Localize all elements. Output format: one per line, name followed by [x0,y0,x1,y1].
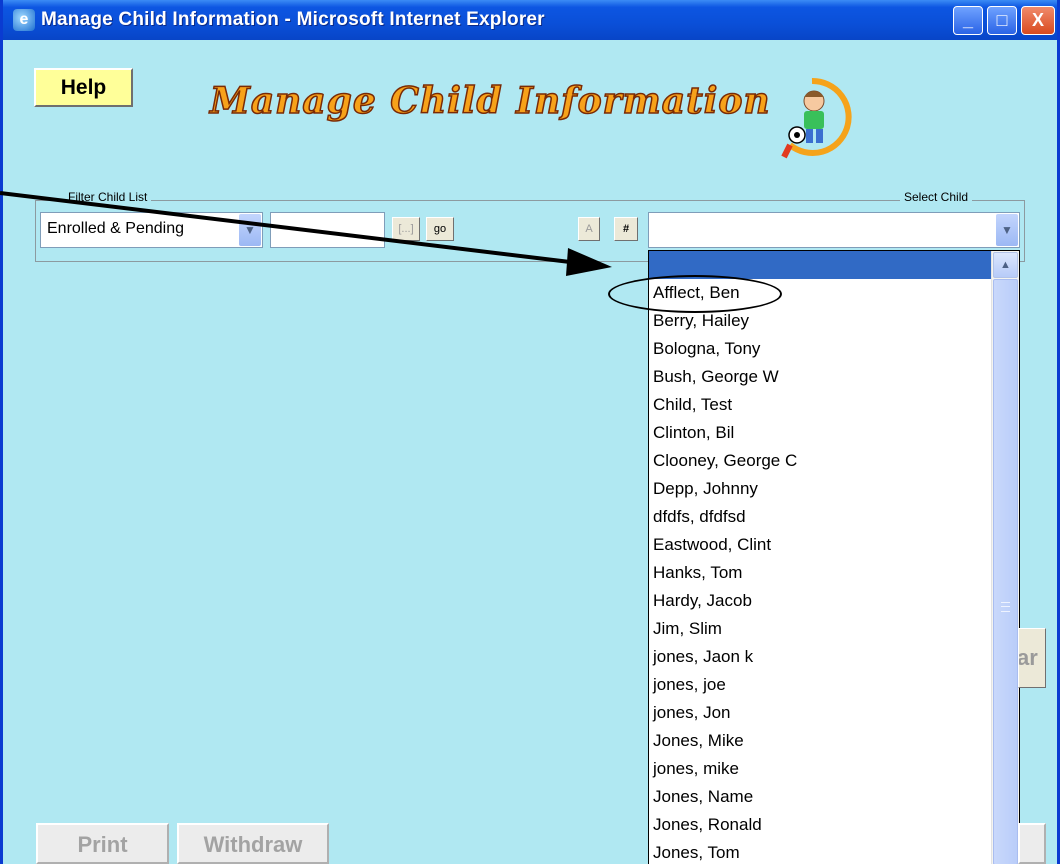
grip-icon [1001,602,1010,612]
list-item[interactable]: Jones, Name [649,783,991,811]
close-button[interactable]: X [1021,6,1055,35]
partial-bottom-button[interactable] [1018,823,1046,864]
child-logo [781,77,852,159]
list-item[interactable]: Jones, Ronald [649,811,991,839]
chevron-down-icon[interactable]: ▼ [996,214,1018,246]
page-title: Manage Child Information [209,79,771,123]
list-item[interactable]: jones, Jaon k [649,643,991,671]
chevron-down-icon[interactable]: ▼ [239,214,261,246]
list-item[interactable]: Jones, Mike [649,727,991,755]
list-item[interactable]: Clooney, George C [649,447,991,475]
print-button[interactable]: Print [36,823,169,864]
withdraw-button[interactable]: Withdraw [177,823,329,864]
number-sort-button[interactable]: # [614,217,638,241]
list-item[interactable]: Jones, Tom [649,839,991,864]
select-child-dropdown[interactable]: ▼ [648,212,1020,248]
list-item[interactable]: Child, Test [649,391,991,419]
help-button[interactable]: Help [34,68,133,107]
list-item[interactable]: Bush, George W [649,363,991,391]
list-item[interactable]: dfdfs, dfdfsd [649,503,991,531]
minimize-button[interactable]: _ [953,6,983,35]
scroll-thumb[interactable] [993,279,1018,864]
list-item[interactable]: jones, joe [649,671,991,699]
list-item[interactable]: jones, mike [649,755,991,783]
child-options: Afflect, Ben Berry, Hailey Bologna, Tony… [649,279,991,864]
status-filter-value: Enrolled & Pending [47,220,184,237]
list-item[interactable]: Hardy, Jacob [649,587,991,615]
chevron-up-icon[interactable]: ▲ [993,252,1018,278]
search-input[interactable] [270,212,385,248]
window-title: Manage Child Information - Microsoft Int… [41,9,545,30]
list-item[interactable]: Hanks, Tom [649,559,991,587]
annotation-ellipse [608,275,782,313]
list-item[interactable]: Clinton, Bil [649,419,991,447]
list-item[interactable]: Jim, Slim [649,615,991,643]
status-filter-select[interactable]: Enrolled & Pending ▼ [40,212,263,248]
browse-button[interactable]: [...] [392,217,420,241]
child-dropdown-list[interactable]: Afflect, Ben Berry, Hailey Bologna, Tony… [648,250,1020,864]
title-bar[interactable]: e Manage Child Information - Microsoft I… [3,0,1057,40]
alpha-sort-button[interactable]: A [578,217,600,241]
list-item[interactable]: Eastwood, Clint [649,531,991,559]
list-item[interactable]: jones, Jon [649,699,991,727]
maximize-button[interactable]: □ [987,6,1017,35]
select-child-legend: Select Child [900,190,973,204]
filter-legend: Filter Child List [64,190,152,204]
list-item[interactable]: Bologna, Tony [649,335,991,363]
list-item[interactable]: Depp, Johnny [649,475,991,503]
ie-icon: e [13,9,35,31]
go-button[interactable]: go [426,217,454,241]
scrollbar[interactable]: ▲ [991,251,1019,864]
partial-button[interactable]: ar [1018,628,1046,688]
